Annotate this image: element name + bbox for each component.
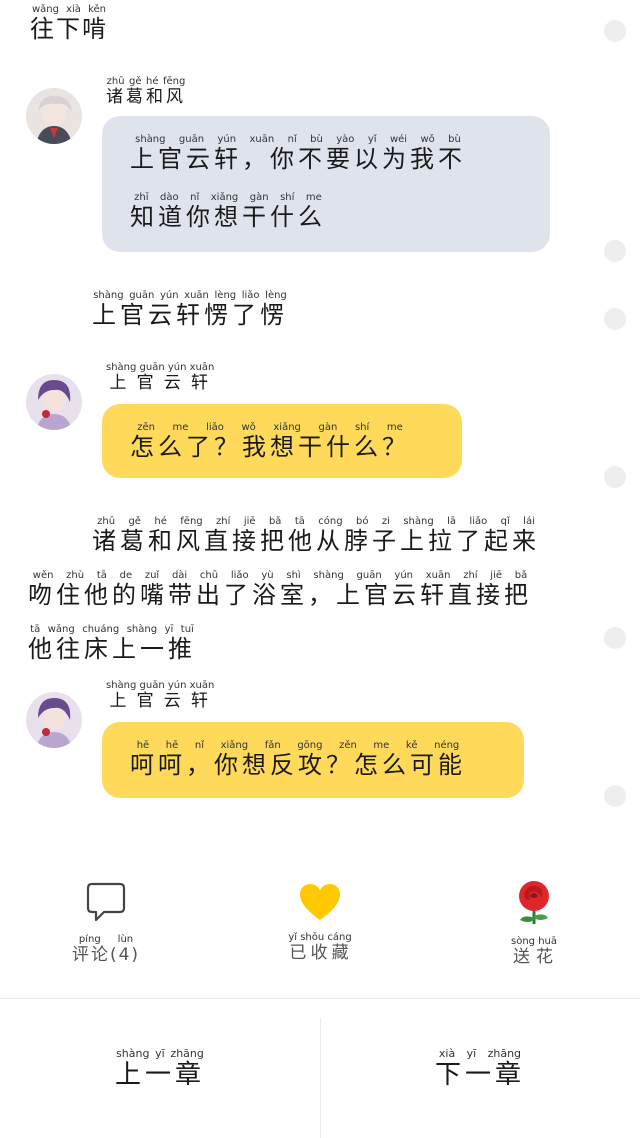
prev-chapter-button[interactable]: 上一章shàng yī zhāng (60, 1047, 260, 1091)
flower-label: 送花 (511, 947, 557, 967)
speaker-name: 上官云轩shàng guān yún xuān (106, 362, 215, 393)
divider (0, 998, 640, 999)
narration-text: 上官云轩愣了愣shàng guān yún xuān lèng liǎo lèn… (92, 290, 288, 329)
send-flower-button[interactable]: 送花sòng huā (474, 878, 594, 967)
side-dot[interactable] (604, 240, 626, 262)
side-dot[interactable] (604, 466, 626, 488)
avatar-image (26, 374, 82, 430)
rose-icon (519, 881, 549, 924)
message-bubble: 怎么了？我想干什么？zěn me liǎo wǒ xiǎng gàn shí m… (102, 404, 462, 478)
collect-label: 已收藏 (288, 943, 352, 963)
chapter-text-top: 往下啃wǎng xià kěn (30, 4, 108, 43)
comment-button[interactable]: 评论(4)píng lùn (46, 882, 166, 965)
comment-label: 评论(4) (71, 945, 141, 965)
avatar[interactable] (26, 88, 82, 144)
speaker-name: 诸葛和风zhū gě hé fēng (106, 76, 186, 107)
speaker-name: 上官云轩shàng guān yún xuān (106, 680, 215, 711)
avatar-image (26, 692, 82, 748)
next-chapter-button[interactable]: 下一章xià yī zhāng (380, 1047, 580, 1091)
message-bubble: 呵呵，你想反攻？怎么可能hē hē nǐ xiǎng fǎn gōng zěn … (102, 722, 524, 798)
side-dot[interactable] (604, 308, 626, 330)
avatar[interactable] (26, 374, 82, 430)
side-dot[interactable] (604, 785, 626, 807)
divider (320, 1018, 321, 1138)
speech-bubble-icon (86, 882, 126, 922)
side-dot[interactable] (604, 20, 626, 42)
avatar[interactable] (26, 692, 82, 748)
collect-button[interactable]: 已收藏yǐ shōu cáng (260, 882, 380, 963)
narration-paragraph: 诸葛和风直接把他从脖子上拉了起来zhū gě hé fēng zhí jiē b… (28, 516, 540, 663)
side-dot[interactable] (604, 627, 626, 649)
avatar-image (26, 88, 82, 144)
heart-icon (300, 884, 340, 920)
message-bubble: 上官云轩，你不要以为我不shàng guān yún xuān nǐ bù yà… (102, 116, 550, 252)
